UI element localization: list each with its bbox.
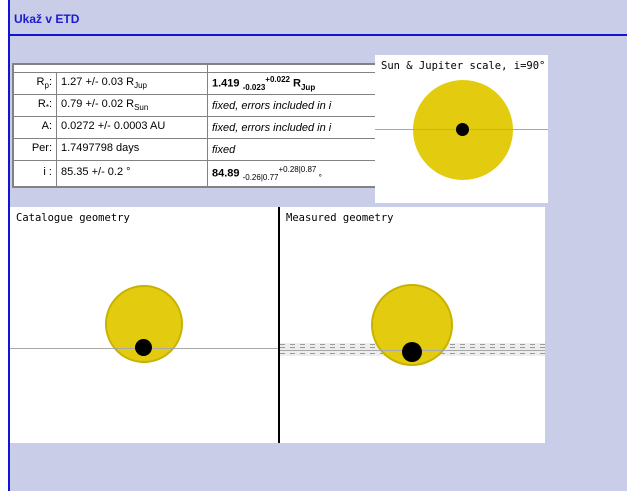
- table-row-a: A: 0.0272 +/- 0.0003 AU fixed, errors in…: [13, 117, 379, 139]
- header-divider-line: [10, 34, 627, 36]
- sun-jupiter-scale-panel: Sun & Jupiter scale, i=90°: [375, 55, 548, 203]
- etd-value-rstar: fixed, errors included in i: [208, 95, 380, 117]
- param-value-a: 0.0272 +/- 0.0003 AU: [57, 117, 208, 139]
- table-row-rp: Rp: 1.27 +/- 0.03 RJup 1.419 -0.023+0.02…: [13, 73, 379, 95]
- param-value-rp: 1.27 +/- 0.03 RJup: [57, 73, 208, 95]
- etd-value-per: fixed: [208, 139, 380, 161]
- etd-planet-page: Ukaž v ETD Rp: 1.27 +/- 0.03 RJup 1.419 …: [0, 0, 627, 494]
- catalogue-panel-title: Catalogue geometry: [16, 212, 130, 224]
- measured-panel-title: Measured geometry: [286, 212, 393, 224]
- catalogue-geometry-panel: Catalogue geometry: [10, 207, 278, 443]
- table-row-per: Per: 1.7497798 days fixed: [13, 139, 379, 161]
- param-value-rstar: 0.79 +/- 0.02 RSun: [57, 95, 208, 117]
- param-value-per: 1.7497798 days: [57, 139, 208, 161]
- table-row-rstar: R*: 0.79 +/- 0.02 RSun fixed, errors inc…: [13, 95, 379, 117]
- jupiter-dot: [456, 123, 469, 136]
- table-header-row: [13, 64, 379, 73]
- param-label-i: i :: [13, 161, 57, 188]
- parameters-table: Rp: 1.27 +/- 0.03 RJup 1.419 -0.023+0.02…: [12, 63, 380, 188]
- etd-value-rp: 1.419 -0.023+0.022 RJup: [208, 73, 380, 95]
- sun-jupiter-panel-title: Sun & Jupiter scale, i=90°: [381, 60, 545, 72]
- planet-dot: [135, 339, 152, 356]
- param-label-per: Per:: [13, 139, 57, 161]
- header-cell-etd: [208, 64, 380, 73]
- param-value-i: 85.35 +/- 0.2 °: [57, 161, 208, 188]
- header-cell-catalogue: [13, 64, 208, 73]
- param-label-a: A:: [13, 117, 57, 139]
- measured-geometry-panel: Measured geometry: [280, 207, 545, 443]
- etd-value-a: fixed, errors included in i: [208, 117, 380, 139]
- param-label-rstar: R*:: [13, 95, 57, 117]
- param-label-rp: Rp:: [13, 73, 57, 95]
- etd-value-i: 84.89 -0.26|0.77+0.28|0.87 °: [208, 161, 380, 188]
- table-row-i: i : 85.35 +/- 0.2 ° 84.89 -0.26|0.77+0.2…: [13, 161, 379, 188]
- show-in-etd-link[interactable]: Ukaž v ETD: [14, 12, 79, 26]
- planet-dot: [402, 342, 422, 362]
